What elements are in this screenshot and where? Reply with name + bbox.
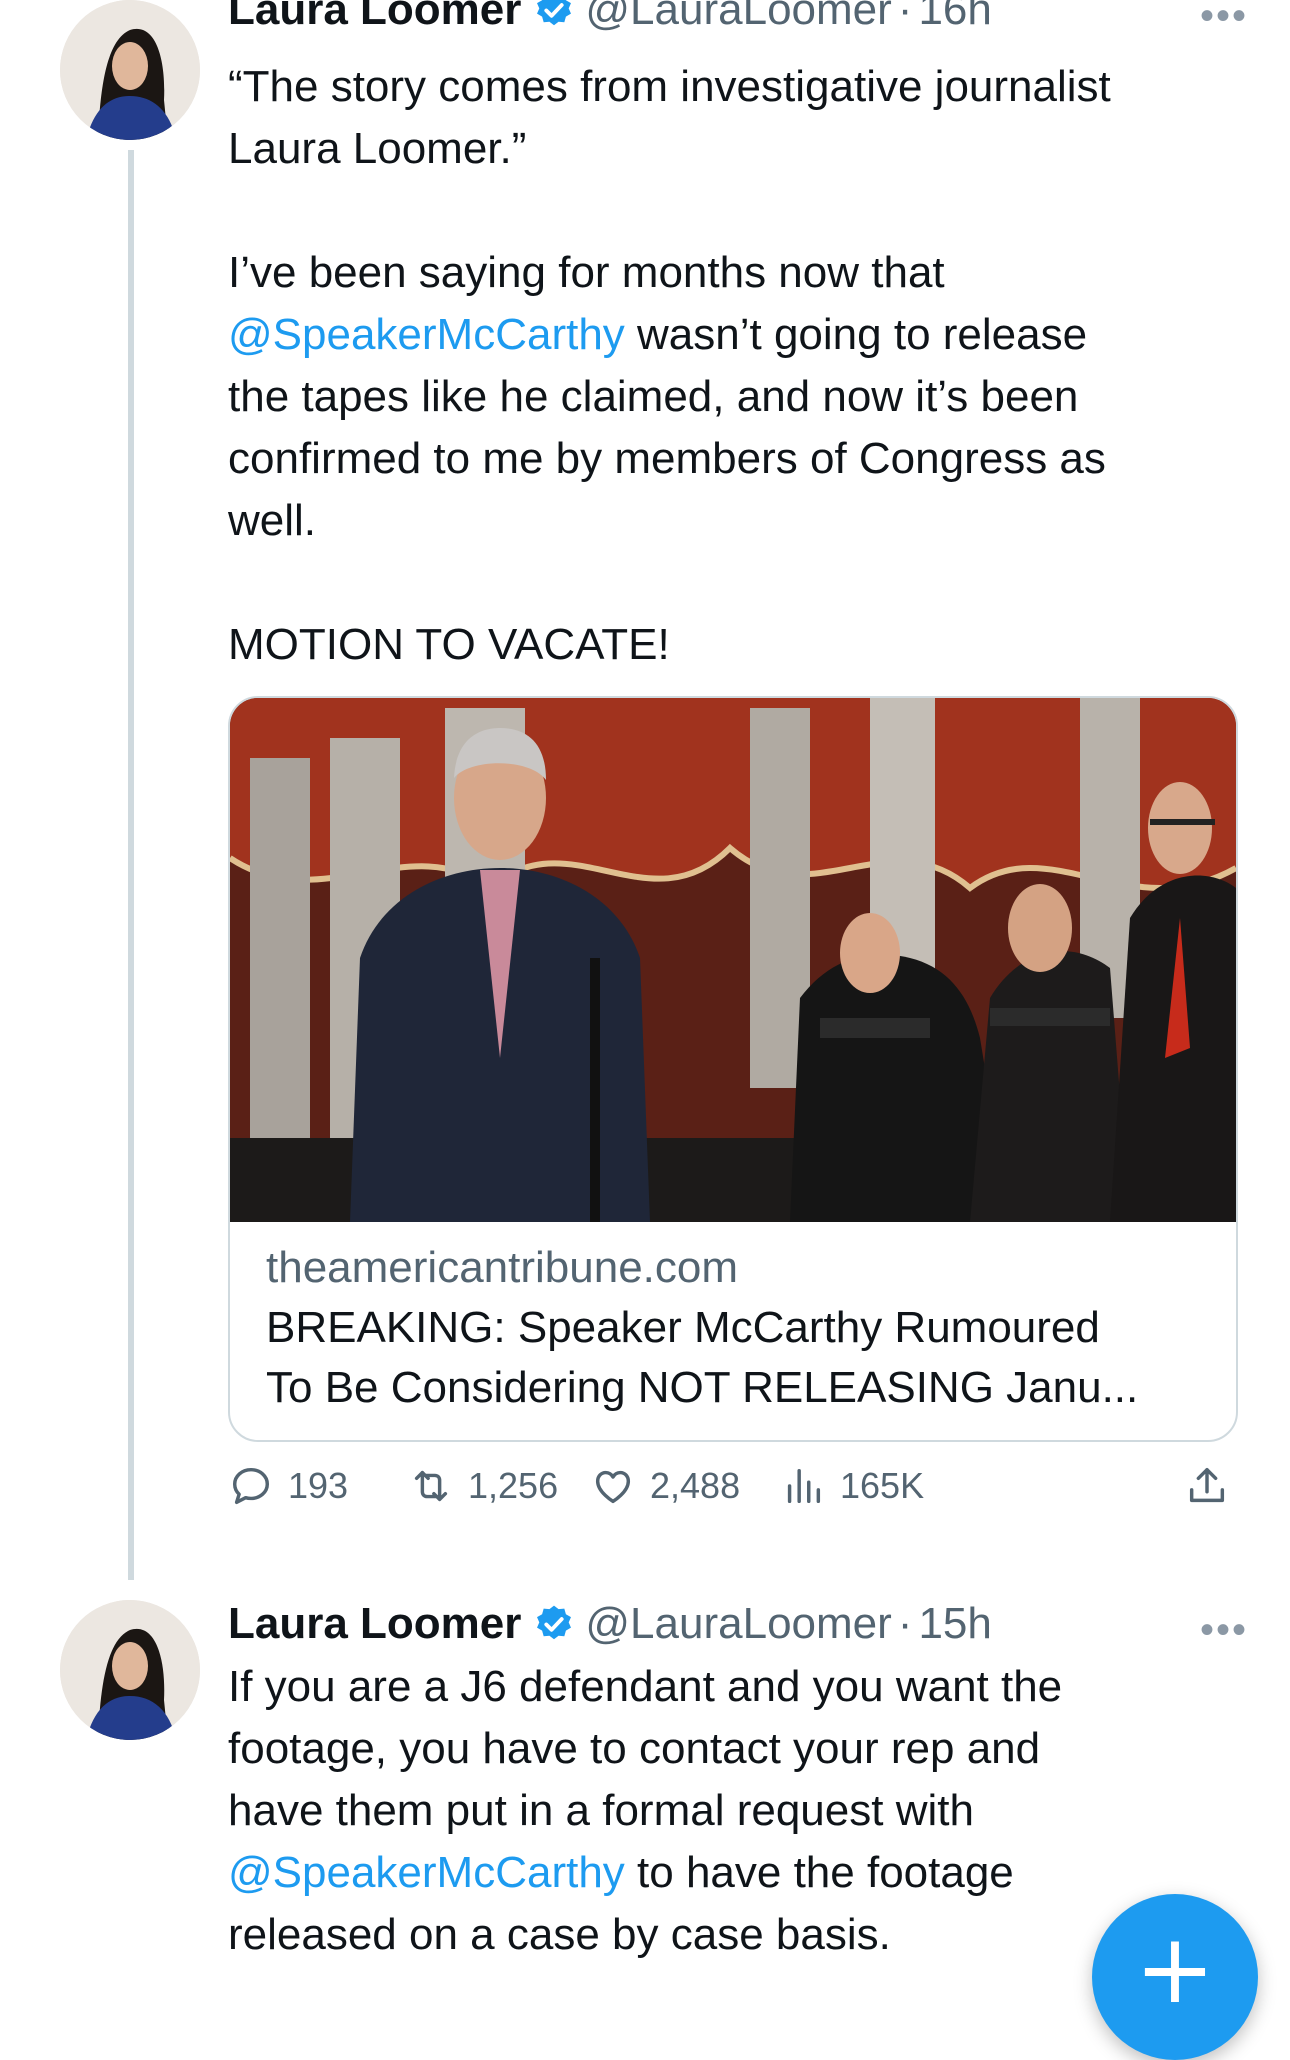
view-count: 165K [840, 1465, 925, 1506]
like-icon [595, 1470, 631, 1504]
retweet-icon [414, 1470, 448, 1502]
tweet-header: Laura Loomer @LauraLoomer · 15h ••• [228, 1592, 1246, 1656]
card-domain: theamericantribune.com [266, 1243, 739, 1292]
avatar[interactable] [60, 1600, 200, 1740]
more-icon[interactable]: ••• [1200, 0, 1248, 39]
tweet-paragraph: MOTION TO VACATE! [228, 620, 670, 669]
like-count: 2,488 [650, 1465, 741, 1506]
tweet-timestamp[interactable]: 16h [918, 0, 991, 35]
tweet-body: “The story comes from investigative jour… [228, 56, 1240, 676]
thread-connector-line [128, 150, 134, 1580]
more-icon[interactable]: ••• [1200, 1608, 1248, 1653]
tweet-text-segment: If you are a J6 defendant and you want t… [228, 1662, 1063, 1835]
separator-dot: · [897, 0, 913, 34]
card-title-line: BREAKING: Speaker McCarthy Rumoured [266, 1303, 1100, 1352]
tweet-body: If you are a J6 defendant and you want t… [228, 1656, 1240, 1966]
separator-dot: · [897, 1599, 913, 1648]
views-icon [787, 1468, 821, 1504]
verified-badge-icon [537, 1605, 572, 1640]
tweet-actions: 193 1,256 2,488 165K [228, 1456, 1234, 1516]
avatar[interactable] [60, 0, 200, 140]
author-name[interactable]: Laura Loomer [228, 1599, 521, 1649]
tweet-text-segment: I’ve been saying for months now that [228, 248, 945, 297]
card-image [230, 698, 1236, 1222]
compose-plus-icon: + [1134, 1913, 1216, 2025]
reply-button[interactable]: 193 [228, 1456, 348, 1516]
reply-count: 193 [288, 1465, 349, 1506]
author-handle[interactable]: @LauraLoomer [585, 0, 891, 35]
link-preview-card[interactable]: theamericantribune.com BREAKING: Speaker… [228, 696, 1238, 1442]
verified-badge-icon [537, 0, 572, 26]
tweet-paragraph: “The story comes from investigative jour… [228, 62, 1111, 173]
retweet-count: 1,256 [468, 1465, 559, 1506]
mention-link[interactable]: @SpeakerMcCarthy [228, 310, 625, 359]
share-icon [1189, 1467, 1225, 1503]
share-button[interactable] [1184, 1456, 1244, 1516]
like-button[interactable]: 2,488 [590, 1456, 740, 1516]
compose-button[interactable]: + [1092, 1894, 1258, 2060]
mention-link[interactable]: @SpeakerMcCarthy [228, 1848, 625, 1897]
author-name[interactable]: Laura Loomer [228, 0, 521, 35]
views-button[interactable]: 165K [780, 1456, 924, 1516]
reply-icon [232, 1467, 270, 1505]
author-handle[interactable]: @LauraLoomer [585, 1599, 891, 1649]
tweet-timestamp[interactable]: 15h [918, 1599, 991, 1649]
card-title-line: To Be Considering NOT RELEASING Janu... [266, 1363, 1139, 1412]
retweet-button[interactable]: 1,256 [408, 1456, 558, 1516]
tweet-header: Laura Loomer @LauraLoomer · 16h ••• [228, 0, 1246, 42]
